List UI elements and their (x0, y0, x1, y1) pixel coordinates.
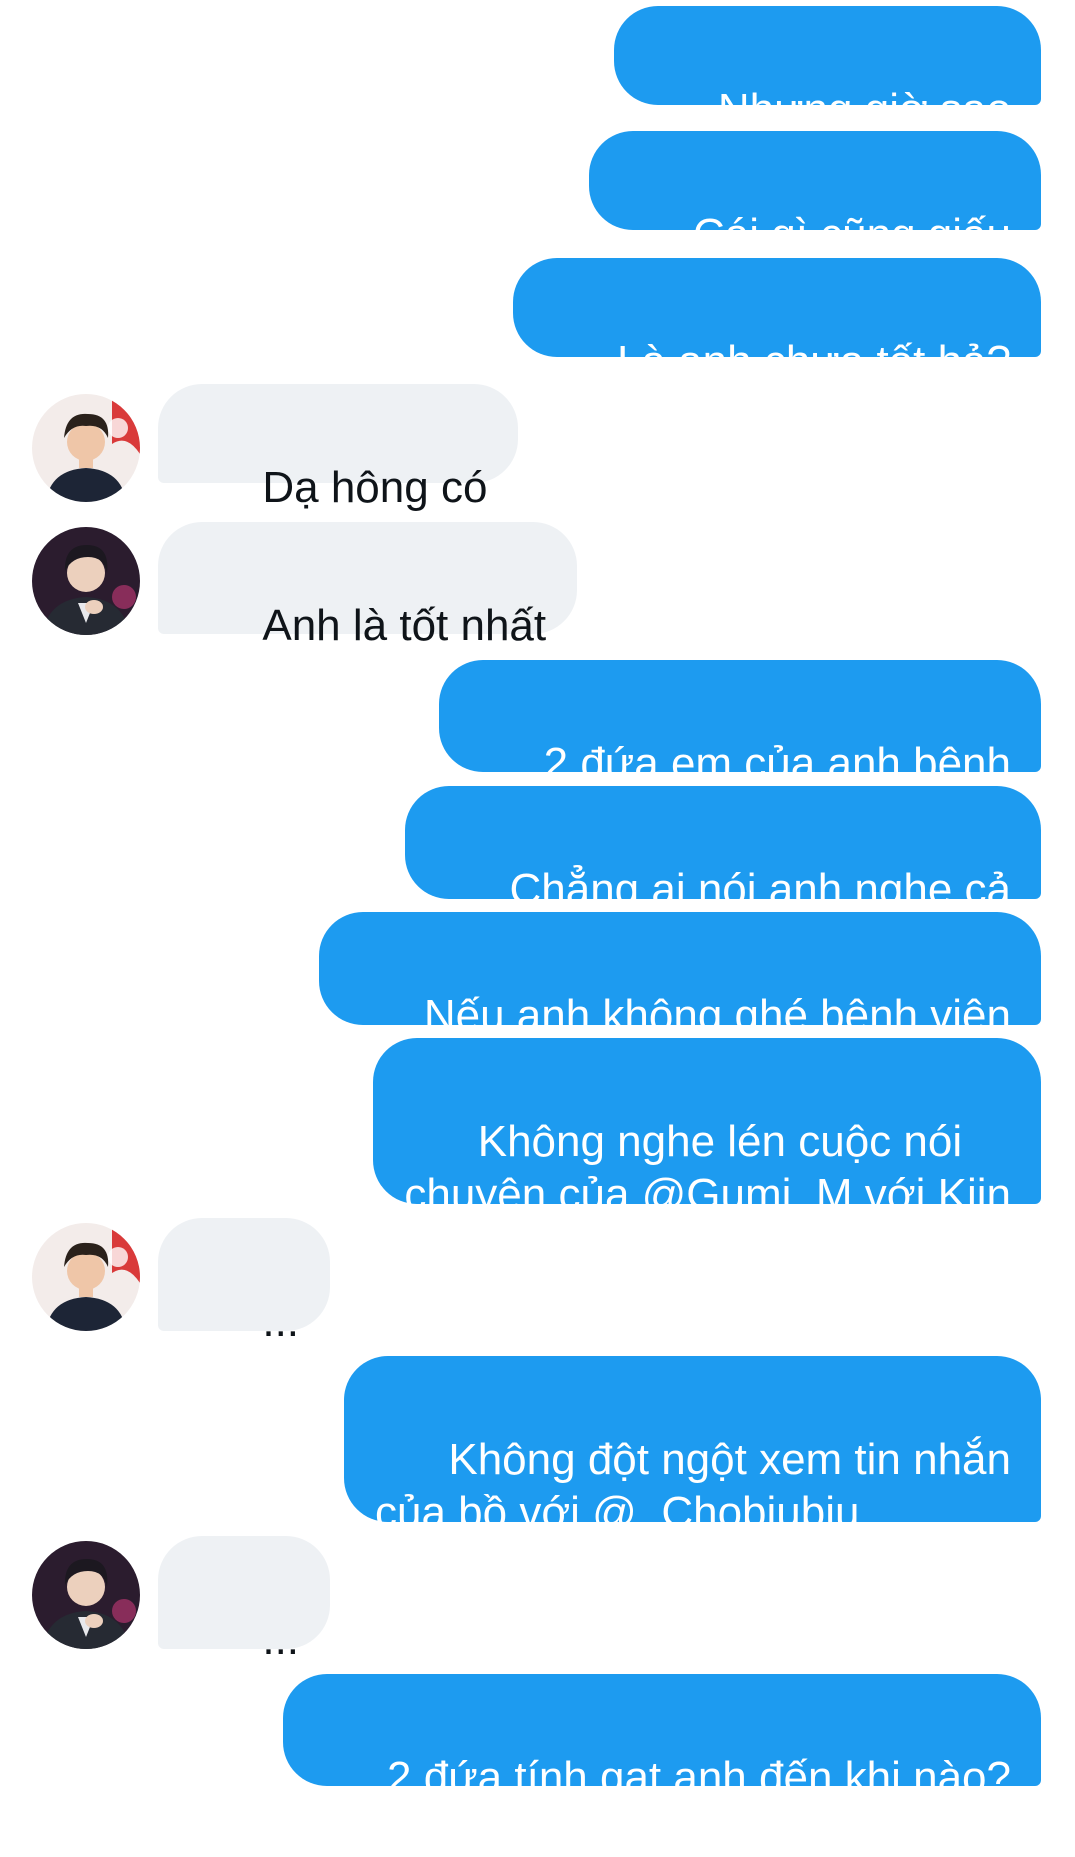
message-bubble-received[interactable]: ... (158, 1218, 331, 1346)
avatar-image (32, 394, 140, 502)
message-text: ... (262, 1615, 300, 1664)
avatar-boy-red-background[interactable] (32, 394, 140, 502)
message-text: Anh là tốt nhất (262, 601, 547, 650)
message-bubble-sent[interactable]: Không nghe lén cuộc nói chuyện của @Gumi… (373, 1038, 1041, 1219)
message-text: Không nghe lén cuộc nói chuyện của @Gumi… (404, 1117, 1011, 1219)
message-bubble-sent[interactable]: Không đột ngột xem tin nhắn của bồ với @… (344, 1356, 1041, 1537)
message-text: Nhưng giờ sao (717, 85, 1011, 134)
message-bubble-sent[interactable]: 2 đứa em của anh bệnh (439, 660, 1041, 788)
message-text: Nếu anh không ghé bệnh viện (423, 991, 1011, 1040)
avatar-man-dark-suit[interactable] (32, 527, 140, 635)
message-text: Là anh chưa tốt hả? (617, 337, 1011, 386)
message-text: Cái gì cũng giấu (693, 210, 1011, 259)
message-text: Không đột ngột xem tin nhắn của bồ với @… (375, 1435, 1011, 1537)
message-bubble-sent[interactable]: 2 đứa tính gạt anh đến khi nào? (282, 1674, 1041, 1802)
message-bubble-received[interactable]: ... (158, 1536, 331, 1664)
message-bubble-sent[interactable]: Là anh chưa tốt hả? (512, 258, 1041, 386)
avatar-image (32, 1223, 140, 1331)
message-bubble-sent[interactable]: Cái gì cũng giấu (588, 131, 1041, 259)
avatar-image (32, 1541, 140, 1649)
avatar-image (32, 527, 140, 635)
message-text: Chẳng ai nói anh nghe cả (509, 865, 1011, 914)
message-bubble-sent[interactable]: Nếu anh không ghé bệnh viện (319, 912, 1041, 1040)
message-bubble-received[interactable]: Anh là tốt nhất (158, 522, 578, 650)
message-bubble-received[interactable]: Dạ hông có (158, 384, 519, 512)
message-text: 2 đứa em của anh bệnh (543, 739, 1011, 788)
avatar-boy-red-background[interactable] (32, 1223, 140, 1331)
message-text: 2 đứa tính gạt anh đến khi nào? (387, 1753, 1011, 1802)
message-bubble-sent[interactable]: Nhưng giờ sao (613, 6, 1041, 134)
message-text: ... (262, 1297, 300, 1346)
message-text: Dạ hông có (262, 463, 488, 512)
avatar-man-dark-suit[interactable] (32, 1541, 140, 1649)
conversation-thread: Nhưng giờ sao Cái gì cũng giấu Là anh ch… (0, 0, 1075, 1802)
message-bubble-sent[interactable]: Chẳng ai nói anh nghe cả (405, 786, 1041, 914)
